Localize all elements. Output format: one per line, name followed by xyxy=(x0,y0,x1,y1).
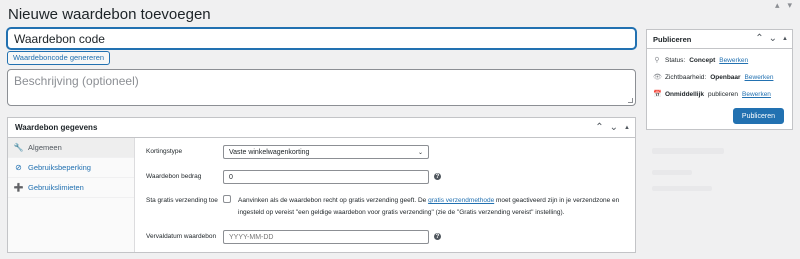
amount-label: Waardebon bedrag xyxy=(146,173,202,180)
tab-usage-restriction[interactable]: ⊘ Gebruiksbeperking xyxy=(8,158,134,178)
schedule-strong: Onmiddellijk xyxy=(665,90,705,98)
screen-options[interactable]: ▴ ▾ xyxy=(775,0,792,11)
resize-handle[interactable] xyxy=(628,98,633,103)
pin-icon: ⚲ xyxy=(654,57,660,64)
expiry-date-input[interactable] xyxy=(223,230,429,244)
generate-code-button[interactable]: Waardeboncode genereren xyxy=(7,51,111,65)
description-textarea[interactable]: Beschrijving (optioneel) xyxy=(7,69,636,106)
coupon-tabs: 🔧 Algemeen ⊘ Gebruiksbeperking ➕ Gebruik… xyxy=(8,138,135,252)
schedule-edit-link[interactable]: Bewerken xyxy=(742,91,771,98)
coupon-data-panel: Waardebon gegevens ⌃ ⌄ ▲ 🔧 Algemeen ⊘ Ge… xyxy=(7,117,636,253)
calendar-icon: 📅 xyxy=(653,91,662,98)
free-shipping-description: Aanvinken als de waardebon recht op grat… xyxy=(238,195,634,219)
help-icon[interactable]: ? xyxy=(434,233,441,240)
publish-title: Publiceren xyxy=(653,34,692,44)
move-down-icon[interactable]: ⌄ xyxy=(610,121,618,135)
chevron-down-icon[interactable]: ▾ xyxy=(787,0,792,11)
schedule-text: publiceren xyxy=(708,90,739,98)
wrench-icon: 🔧 xyxy=(13,143,24,152)
sidebar-placeholder xyxy=(652,148,724,154)
visibility-edit-link[interactable]: Bewerken xyxy=(745,74,774,81)
page-title: Nieuwe waardebon toevoegen xyxy=(8,6,211,23)
help-icon[interactable]: ? xyxy=(434,173,441,180)
free-shipping-text: Aanvinken als de waardebon recht op grat… xyxy=(238,197,427,204)
coupon-code-input[interactable] xyxy=(7,28,636,49)
description-placeholder: Beschrijving (optioneel) xyxy=(14,74,139,88)
tab-general[interactable]: 🔧 Algemeen xyxy=(8,138,134,158)
collapse-toggle-icon[interactable]: ▲ xyxy=(624,121,630,135)
visibility-label: Zichtbaarheid: xyxy=(665,73,707,81)
sidebar-placeholder xyxy=(652,186,712,191)
tab-usage-limits[interactable]: ➕ Gebruikslimieten xyxy=(8,178,134,198)
expiry-label: Vervaldatum waardebon xyxy=(146,233,217,240)
blocked-icon: ⊘ xyxy=(15,163,22,172)
visibility-row: 👁 Zichtbaarheid: Openbaar Bewerken xyxy=(653,73,774,82)
schedule-row: 📅 Onmiddellijk publiceren Bewerken xyxy=(653,90,771,99)
status-label: Status: xyxy=(665,56,686,64)
general-form: Kortingstype Vaste winkelwagenkorting ⌄ … xyxy=(135,138,635,252)
publish-box: Publiceren ⌃ ⌄ ▲ ⚲ Status: Concept Bewer… xyxy=(646,29,793,130)
tab-label: Algemeen xyxy=(28,143,62,152)
discount-type-label: Kortingstype xyxy=(146,148,183,155)
move-down-icon[interactable]: ⌄ xyxy=(769,32,777,46)
discount-type-value: Vaste winkelwagenkorting xyxy=(229,148,310,156)
free-shipping-method-link[interactable]: gratis verzendmethode xyxy=(428,197,494,204)
tab-label: Gebruiksbeperking xyxy=(28,163,91,172)
move-up-icon[interactable]: ⌃ xyxy=(755,32,763,46)
publish-controls: ⌃ ⌄ ▲ xyxy=(755,32,788,46)
status-edit-link[interactable]: Bewerken xyxy=(719,57,748,64)
panel-header[interactable]: Waardebon gegevens xyxy=(8,118,635,138)
free-shipping-label: Sta gratis verzending toe xyxy=(146,197,218,204)
plus-icon: ➕ xyxy=(13,183,24,192)
eye-icon: 👁 xyxy=(653,74,662,81)
status-row: ⚲ Status: Concept Bewerken xyxy=(653,56,748,65)
discount-type-select[interactable]: Vaste winkelwagenkorting ⌄ xyxy=(223,145,429,159)
tab-label: Gebruikslimieten xyxy=(28,183,84,192)
move-up-icon[interactable]: ⌃ xyxy=(595,121,603,135)
chevron-up-icon[interactable]: ▴ xyxy=(775,0,780,11)
panel-controls: ⌃ ⌄ ▲ xyxy=(595,121,630,135)
status-value: Concept xyxy=(689,56,716,64)
panel-title: Waardebon gegevens xyxy=(15,123,98,132)
visibility-value: Openbaar xyxy=(710,73,741,81)
free-shipping-checkbox[interactable] xyxy=(223,195,231,203)
coupon-amount-input[interactable] xyxy=(223,170,429,184)
publish-button[interactable]: Publiceren xyxy=(732,108,784,124)
chevron-down-icon: ⌄ xyxy=(417,149,423,156)
collapse-toggle-icon[interactable]: ▲ xyxy=(782,32,788,46)
sidebar-placeholder xyxy=(652,170,692,175)
